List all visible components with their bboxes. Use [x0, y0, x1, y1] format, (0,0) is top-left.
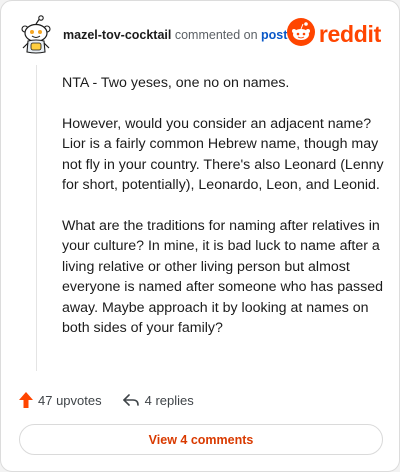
- reply-arrow-icon: [122, 392, 140, 408]
- reddit-brand[interactable]: reddit: [286, 17, 381, 51]
- commented-on-text: commented on: [174, 28, 258, 42]
- reddit-logo-icon: [286, 17, 315, 51]
- comment-paragraph: NTA - Two yeses, one no on names.: [62, 75, 290, 91]
- comment-actions: 47 upvotes 4 replies: [19, 389, 194, 411]
- username-link[interactable]: mazel-tov-cocktail: [63, 28, 171, 42]
- comment-meta: mazel-tov-cocktail commented on post: [63, 27, 287, 43]
- view-comments-button[interactable]: View 4 comments: [19, 424, 383, 455]
- comment-paragraph: What are the traditions for naming after…: [62, 217, 383, 337]
- replies-button[interactable]: 4 replies: [122, 392, 194, 408]
- upvote-count: 47 upvotes: [38, 392, 102, 408]
- snoo-avatar-icon[interactable]: [19, 15, 53, 55]
- comment-card: mazel-tov-cocktail commented on post red: [0, 0, 400, 472]
- comment-header: mazel-tov-cocktail commented on post red: [17, 15, 385, 55]
- replies-count: 4 replies: [144, 392, 194, 408]
- upvote-button[interactable]: 47 upvotes: [19, 392, 102, 408]
- upvote-arrow-icon: [19, 392, 33, 408]
- comment-body: NTA - Two yeses, one no on names. Howeve…: [62, 73, 384, 359]
- comment-paragraph: However, would you consider an adjacent …: [62, 115, 384, 194]
- brand-wordmark: reddit: [318, 20, 381, 47]
- post-link[interactable]: post: [261, 28, 287, 42]
- thread-line[interactable]: [36, 65, 37, 371]
